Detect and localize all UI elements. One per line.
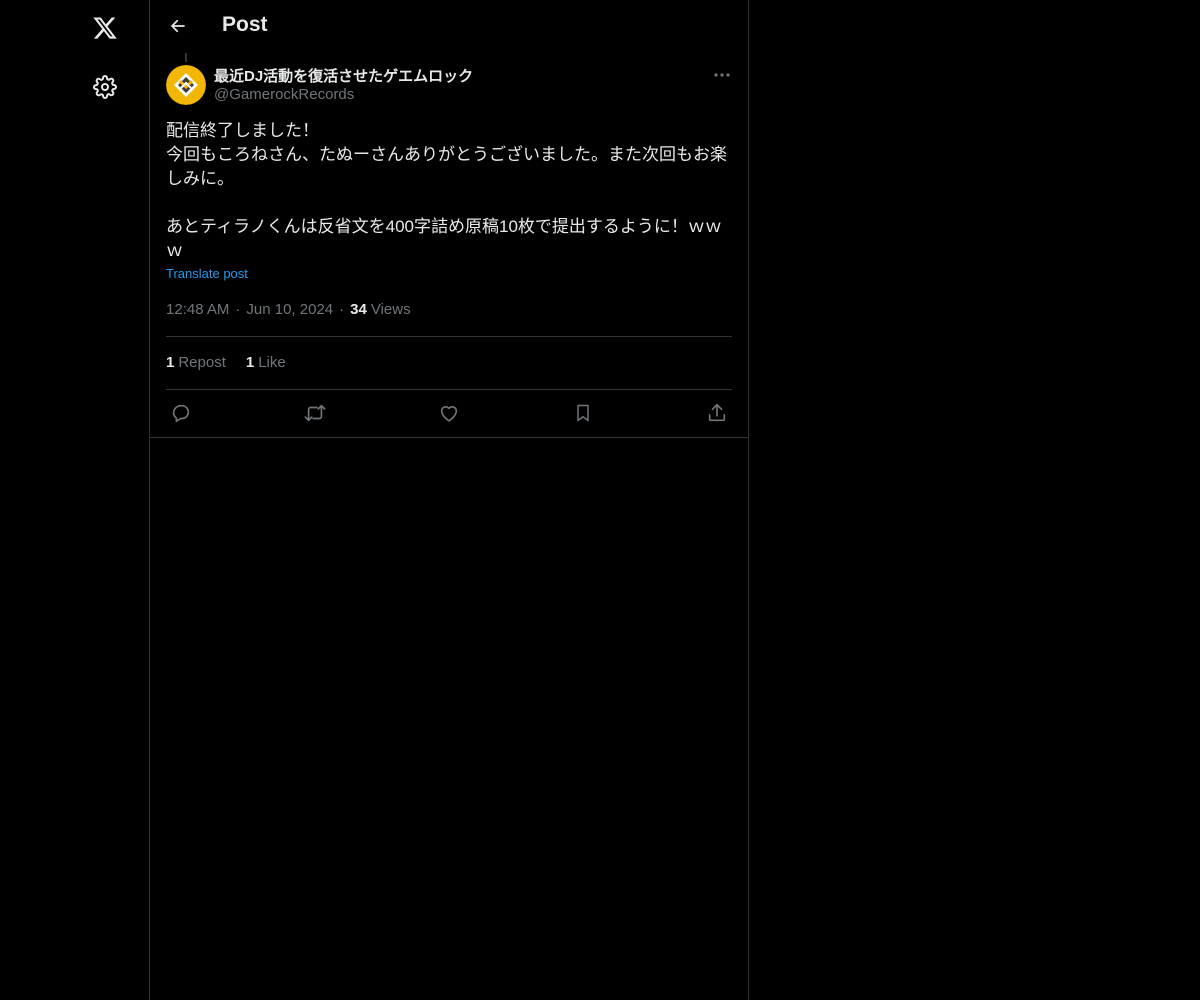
share-button[interactable] [700, 396, 734, 430]
post-meta: 12:48 AM · Jun 10, 2024 · 34 Views [166, 301, 411, 318]
share-icon [708, 403, 726, 422]
arrow-left-icon [171, 19, 185, 33]
author-display-name[interactable]: 最近DJ活動を復活させたゲエムロック [214, 65, 473, 86]
likes-label: Like [258, 354, 286, 371]
bookmark-icon [577, 404, 589, 422]
divider [166, 389, 732, 390]
post-date[interactable]: Jun 10, 2024 [246, 301, 333, 318]
avatar[interactable] [166, 65, 206, 105]
reply-button[interactable] [164, 396, 198, 430]
like-icon [440, 406, 458, 422]
action-bar [166, 396, 732, 430]
separator: · [235, 301, 241, 318]
thread-line [185, 53, 187, 62]
reply-icon [172, 404, 190, 423]
translate-post-link[interactable]: Translate post [166, 266, 248, 281]
more-icon [714, 73, 730, 77]
separator: · [339, 301, 345, 318]
post-time[interactable]: 12:48 AM [166, 301, 229, 318]
author-handle[interactable]: @GamerockRecords [214, 86, 354, 103]
x-logo-icon[interactable] [85, 8, 125, 48]
likes-stat[interactable]: 1 Like [246, 354, 286, 371]
views-label: Views [370, 301, 411, 318]
post-detail-column: Post 最近DJ活動を復活させたゲエムロック @GamerockRecords… [149, 0, 749, 1000]
likes-count: 1 [245, 354, 255, 371]
repost-icon [304, 404, 326, 422]
page-title: Post [222, 13, 268, 36]
post-bottom-border [150, 437, 748, 438]
settings-icon[interactable] [85, 67, 125, 107]
post-text: 配信終了しました！ 今回もころねさん、たぬーさんありがとうございました。また次回… [166, 121, 727, 260]
page-header: Post [150, 0, 748, 53]
views-count: 34 [350, 301, 367, 318]
reposts-label: Repost [178, 354, 226, 371]
reposts-stat[interactable]: 1 Repost [166, 354, 226, 371]
more-options-button[interactable] [708, 64, 736, 86]
back-button[interactable] [162, 10, 194, 42]
like-button[interactable] [432, 396, 466, 430]
repost-button[interactable] [298, 396, 332, 430]
reposts-count: 1 [166, 354, 175, 371]
divider [166, 336, 732, 337]
post-stats: 1 Repost 1 Like [166, 354, 306, 371]
left-nav [0, 0, 149, 1000]
bookmark-button[interactable] [566, 396, 600, 430]
